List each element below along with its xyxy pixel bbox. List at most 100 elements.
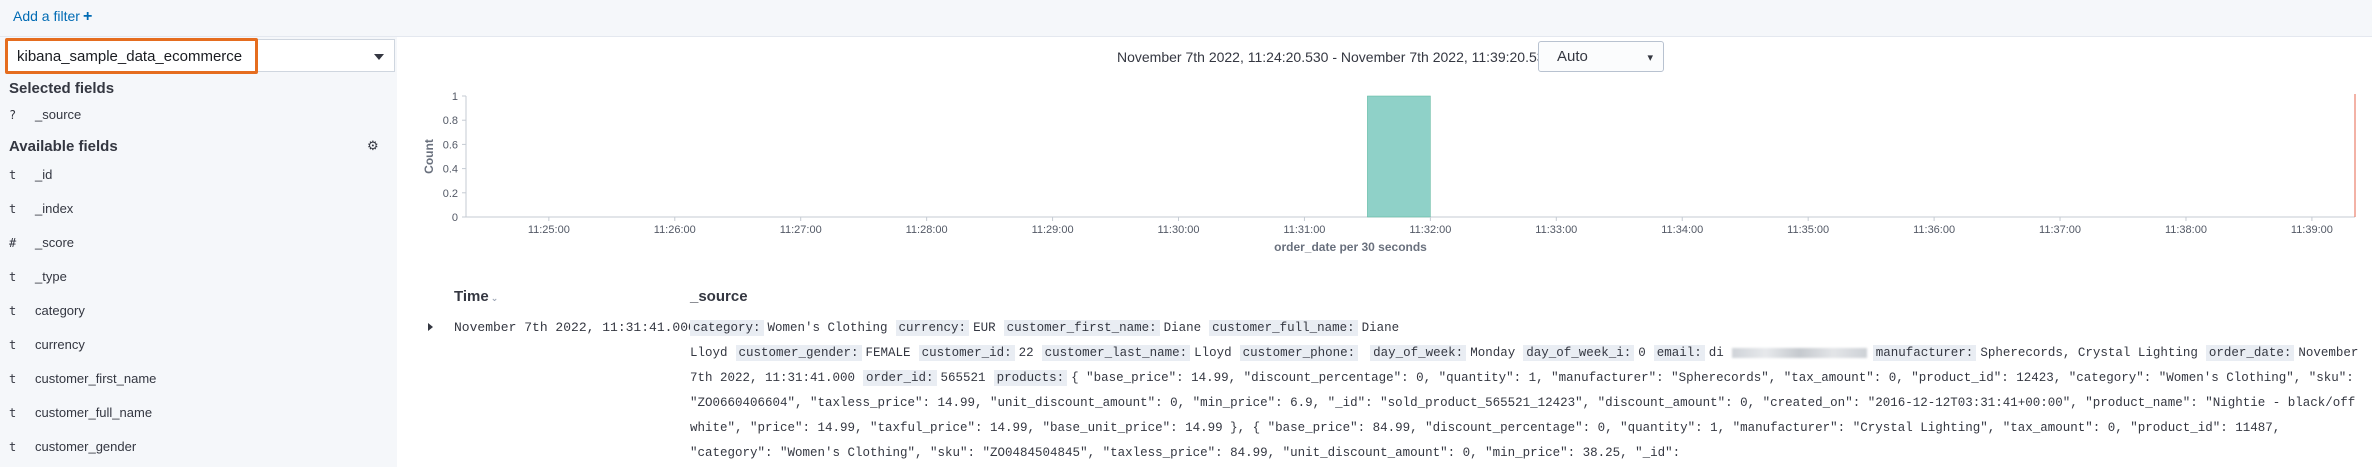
available-fields-title: Available fields	[9, 138, 118, 155]
source-field-value: 565521	[940, 371, 986, 385]
redacted-email	[1731, 347, 1867, 358]
source-field-key: currency:	[895, 320, 970, 336]
source-field-value: Women's Clothing	[767, 321, 888, 335]
histogram-bar[interactable]	[1367, 95, 1431, 218]
field-item-source[interactable]: ? _source	[9, 107, 81, 127]
index-pattern-select[interactable]: kibana_sample_data_ecommerce	[5, 38, 395, 74]
source-field-key: day_of_week:	[1370, 345, 1467, 361]
field-item-id[interactable]: t _id	[9, 167, 52, 187]
histogram-chart: 0 0.2 0.4 0.6 0.8 1 11:25:00 11:26:00 11:27:00 1…	[422, 91, 2356, 254]
field-name: customer_full_name	[35, 405, 153, 420]
source-field-value: EUR	[973, 321, 996, 335]
y-tick-label: 0.6	[443, 139, 458, 151]
add-filter-button[interactable]: Add a filter +	[13, 8, 92, 26]
field-item-score[interactable]: # _score	[9, 235, 74, 255]
plus-icon: +	[82, 8, 93, 25]
field-item-customer-full-name[interactable]: t customer_full_name	[9, 405, 152, 425]
field-item-index[interactable]: t _index	[9, 201, 73, 221]
field-item-currency[interactable]: t currency	[9, 337, 85, 357]
source-field-value: Monday	[1470, 346, 1516, 360]
x-tick-label: 11:32:00	[1409, 224, 1451, 236]
field-type-icon: t	[9, 338, 17, 352]
row-time: November 7th 2022, 11:31:41.000	[454, 320, 696, 335]
field-type-icon: t	[9, 202, 17, 216]
source-field-key: email:	[1653, 345, 1705, 361]
source-field-key: order_id:	[863, 370, 937, 386]
source-field-value: Spherecords, Crystal Lighting	[1980, 346, 2198, 360]
y-tick-label: 0.2	[443, 188, 458, 200]
row-source: category: Women's Clothing currency: EUR cus…	[690, 316, 2360, 466]
x-tick-label: 11:28:00	[906, 224, 948, 236]
source-field-value: Lloyd	[1194, 346, 1232, 360]
y-tick-label: 0	[452, 212, 458, 224]
source-field-key: customer_gender:	[735, 345, 862, 361]
source-field-key: customer_id:	[918, 345, 1015, 361]
source-field-value: di	[1708, 346, 1724, 360]
source-field-key: category:	[690, 320, 764, 336]
time-column-header[interactable]: Time ⌄	[454, 288, 498, 305]
selected-fields-title: Selected fields	[9, 80, 115, 97]
time-header-label: Time	[454, 288, 489, 305]
x-tick-label: 11:35:00	[1787, 224, 1829, 236]
gear-icon[interactable]: ⚙	[367, 138, 379, 154]
source-field-key: customer_last_name:	[1041, 345, 1191, 361]
field-item-type[interactable]: t _type	[9, 269, 67, 289]
field-name: customer_first_name	[35, 371, 157, 386]
source-field-value: 0	[1638, 346, 1646, 360]
source-field-key: manufacturer:	[1872, 345, 1977, 361]
filter-bar: Add a filter +	[0, 0, 2372, 37]
field-name: _score	[35, 235, 75, 250]
index-pattern-value: kibana_sample_data_ecommerce	[17, 48, 243, 65]
y-tick-label: 1	[452, 91, 458, 103]
field-name: _type	[35, 269, 67, 284]
source-field-key: customer_first_name:	[1003, 320, 1160, 336]
x-axis-title: order_date per 30 seconds	[1274, 240, 1427, 254]
source-field-key: order_date:	[2205, 345, 2295, 361]
field-name: _source	[35, 107, 82, 122]
x-tick-label: 11:34:00	[1661, 224, 1703, 236]
source-column-header: _source	[690, 288, 748, 305]
source-field-value: 22	[1018, 346, 1034, 360]
y-axis-title: Count	[422, 139, 436, 174]
x-tick-label: 11:31:00	[1283, 224, 1325, 236]
source-field-value: FEMALE	[865, 346, 911, 360]
field-type-icon: ?	[9, 108, 17, 122]
field-type-icon: t	[9, 440, 17, 454]
source-field-key: day_of_week_i:	[1523, 345, 1635, 361]
x-tick-label: 11:37:00	[2039, 224, 2081, 236]
caret-down-icon	[374, 54, 384, 60]
field-name: category	[35, 303, 85, 318]
field-type-icon: t	[9, 168, 17, 182]
source-field-value: Diane	[1163, 321, 1202, 335]
field-item-category[interactable]: t category	[9, 303, 85, 323]
field-item-customer-gender[interactable]: t customer_gender	[9, 439, 136, 459]
x-tick-label: 11:38:00	[2165, 224, 2207, 236]
x-tick-label: 11:36:00	[1913, 224, 1955, 236]
y-tick-label: 0.8	[443, 115, 458, 127]
field-sidebar: kibana_sample_data_ecommerce Selected fi…	[0, 37, 397, 467]
expand-row-icon[interactable]	[428, 323, 433, 331]
field-type-icon: #	[9, 236, 17, 250]
field-name: _id	[35, 167, 53, 182]
source-field-key: products:	[993, 370, 1068, 386]
x-tick-label: 11:33:00	[1535, 224, 1577, 236]
source-field-key: customer_full_name:	[1209, 320, 1358, 336]
field-type-icon: t	[9, 406, 17, 420]
x-tick-label: 11:26:00	[654, 224, 696, 236]
y-tick-label: 0.4	[443, 164, 458, 176]
field-type-icon: t	[9, 372, 17, 386]
x-tick-label: 11:25:00	[528, 224, 570, 236]
source-field-value: { "base_price": 14.99, "discount_percent…	[690, 371, 2356, 460]
field-name: currency	[35, 337, 85, 352]
field-name: customer_gender	[35, 439, 137, 454]
x-tick-label: 11:29:00	[1032, 224, 1074, 236]
field-item-customer-first-name[interactable]: t customer_first_name	[9, 371, 156, 391]
x-tick-label: 11:39:00	[2291, 224, 2333, 236]
sort-icon[interactable]: ⌄	[491, 293, 499, 303]
source-field-key: customer_phone:	[1239, 345, 1359, 361]
add-filter-label: Add a filter	[13, 8, 80, 24]
x-tick-label: 11:27:00	[780, 224, 822, 236]
field-type-icon: t	[9, 304, 17, 318]
field-type-icon: t	[9, 270, 17, 284]
x-tick-label: 11:30:00	[1158, 224, 1200, 236]
